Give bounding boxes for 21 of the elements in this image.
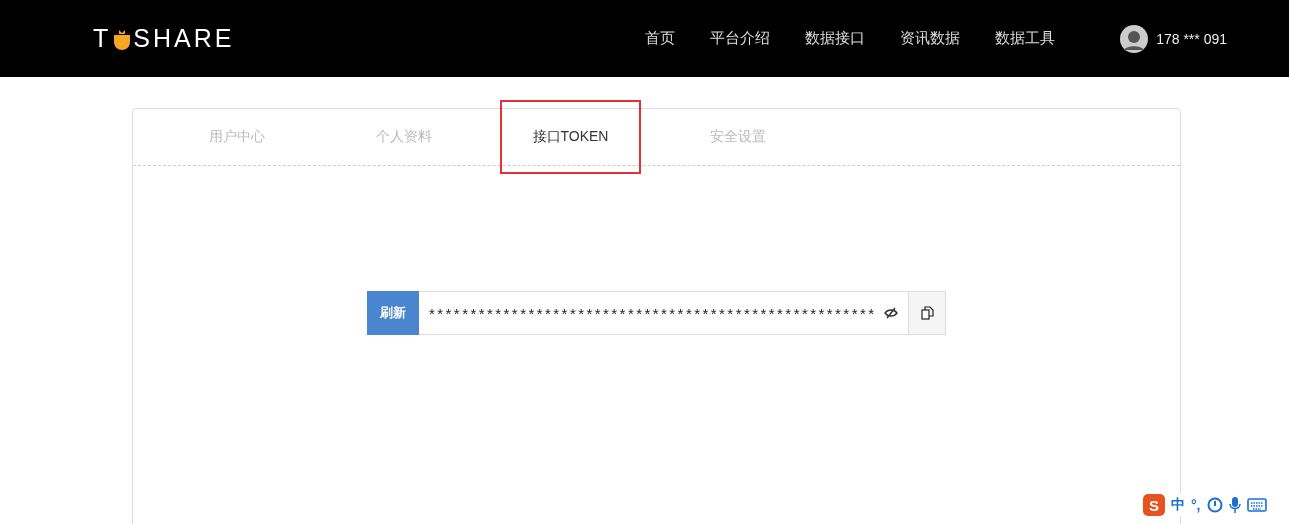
- microphone-icon[interactable]: [1228, 496, 1241, 514]
- token-input[interactable]: ******************************************************: [429, 304, 884, 322]
- keyboard-icon[interactable]: [1246, 498, 1267, 512]
- copy-button[interactable]: [908, 291, 946, 335]
- copy-icon: [920, 306, 934, 320]
- ime-punct[interactable]: °,: [1191, 497, 1201, 513]
- avatar-icon[interactable]: [1120, 24, 1149, 53]
- ime-logo[interactable]: S: [1143, 494, 1165, 516]
- nav-link[interactable]: 数据接口: [805, 29, 866, 48]
- nav-link[interactable]: 首页: [645, 29, 676, 48]
- logo-text: SHARE: [133, 24, 235, 53]
- logo-text: T: [93, 24, 112, 53]
- token-field[interactable]: ******************************************************: [419, 291, 908, 335]
- nav-link[interactable]: 数据工具: [995, 29, 1056, 48]
- user-name: 178 *** 091: [1156, 30, 1227, 47]
- nav-link[interactable]: 平台介绍: [710, 29, 771, 48]
- eye-slash-icon[interactable]: [884, 307, 898, 319]
- nav-link[interactable]: 资讯数据: [900, 29, 961, 48]
- tab[interactable]: 接口TOKEN: [502, 102, 639, 172]
- ime-mode[interactable]: 中: [1171, 496, 1185, 514]
- refresh-button[interactable]: 刷新: [367, 291, 419, 335]
